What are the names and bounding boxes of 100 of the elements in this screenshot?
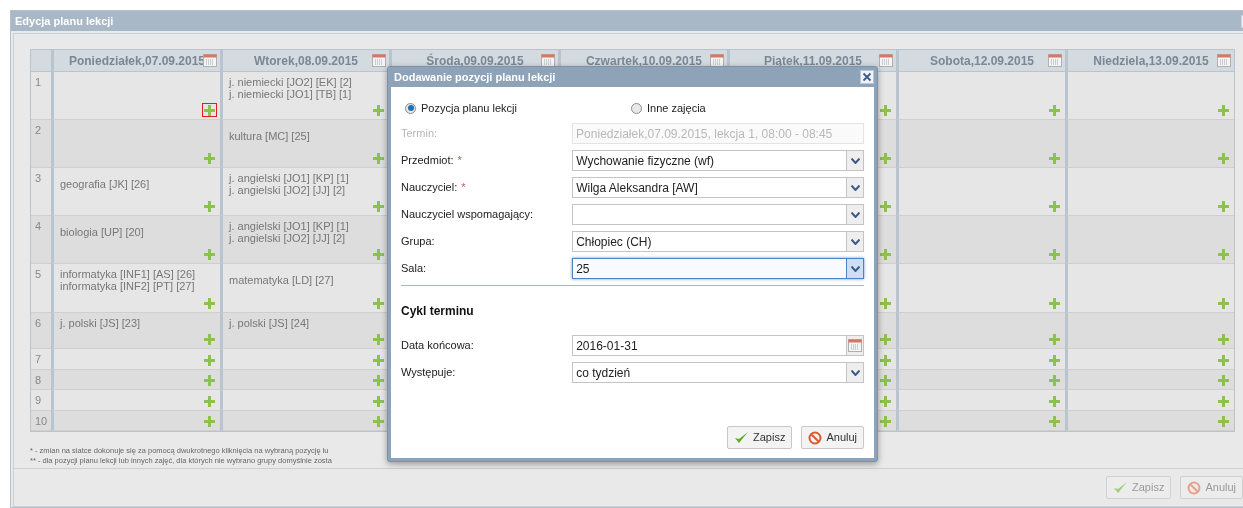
cancel-button[interactable]: Anuluj	[801, 426, 864, 449]
caret-icon	[850, 369, 860, 376]
add-button[interactable]	[878, 373, 893, 387]
select-field[interactable]: Wychowanie fizyczne (wf)	[572, 150, 864, 171]
add-button[interactable]	[202, 394, 217, 408]
add-button[interactable]	[202, 151, 217, 165]
lesson-entry[interactable]: j. polski [JS] [24]	[229, 316, 386, 329]
add-button[interactable]	[1047, 103, 1062, 117]
select-field[interactable]: Wilga Aleksandra [AW]	[572, 177, 864, 198]
lesson-entry[interactable]: informatyka [INF1] [AS] [26]	[60, 268, 217, 280]
calendar-icon[interactable]	[848, 339, 862, 352]
add-button[interactable]	[202, 353, 217, 367]
add-button[interactable]	[1047, 414, 1062, 428]
calendar-icon[interactable]	[1217, 54, 1231, 67]
add-button[interactable]	[1047, 394, 1062, 408]
add-button[interactable]	[371, 414, 386, 428]
lesson-entry[interactable]: j. niemiecki [JO1] [TB] [1]	[229, 87, 386, 100]
select-field[interactable]: 25	[572, 258, 864, 279]
add-button[interactable]	[1047, 353, 1062, 367]
add-button[interactable]	[1216, 296, 1231, 310]
add-button[interactable]	[1047, 151, 1062, 165]
plus-icon	[204, 354, 215, 366]
add-button[interactable]	[878, 151, 893, 165]
add-button[interactable]	[202, 103, 217, 117]
add-button[interactable]	[878, 199, 893, 213]
add-button[interactable]	[371, 199, 386, 213]
lesson-entry[interactable]: biologia [UP] [20]	[60, 225, 217, 238]
add-button[interactable]	[878, 296, 893, 310]
add-button[interactable]	[1216, 353, 1231, 367]
add-button[interactable]	[371, 247, 386, 261]
save-button[interactable]: Zapisz	[1106, 476, 1172, 499]
add-button[interactable]	[1216, 103, 1231, 117]
add-button[interactable]	[1216, 151, 1231, 165]
lesson-entry[interactable]: j. angielski [JO1] [KP] [1]	[229, 171, 386, 184]
lesson-entry[interactable]: j. niemiecki [JO2] [EK] [2]	[229, 75, 386, 88]
radio-button[interactable]	[631, 102, 642, 114]
plus-icon	[880, 395, 891, 407]
add-button[interactable]	[878, 332, 893, 346]
lesson-entry[interactable]: matematyka [LD] [27]	[229, 274, 386, 286]
add-button[interactable]	[202, 332, 217, 346]
select-field[interactable]	[572, 204, 864, 225]
add-button[interactable]	[371, 373, 386, 387]
add-button[interactable]	[202, 414, 217, 428]
add-button[interactable]	[1216, 394, 1231, 408]
lesson-number: 6	[31, 313, 51, 349]
add-button[interactable]	[878, 414, 893, 428]
add-button[interactable]	[878, 103, 893, 117]
plus-icon	[373, 333, 384, 345]
add-button[interactable]	[1216, 199, 1231, 213]
calendar-icon[interactable]	[372, 54, 386, 67]
add-button[interactable]	[1047, 296, 1062, 310]
calendar-icon[interactable]	[879, 54, 893, 67]
add-button[interactable]	[1047, 247, 1062, 261]
add-button[interactable]	[371, 151, 386, 165]
calendar-icon[interactable]	[203, 54, 217, 67]
plus-icon	[1049, 333, 1060, 345]
select-field[interactable]: co tydzień	[572, 362, 864, 383]
add-button[interactable]	[371, 103, 386, 117]
add-button[interactable]	[202, 199, 217, 213]
date-field[interactable]: 2016-01-31	[572, 335, 864, 356]
add-button[interactable]	[202, 247, 217, 261]
add-button[interactable]	[1216, 414, 1231, 428]
cancel-button[interactable]: Anuluj	[1180, 476, 1243, 499]
lesson-entry[interactable]: j. angielski [JO2] [JJ] [2]	[229, 231, 386, 244]
lesson-entry[interactable]: j. polski [JS] [23]	[60, 316, 217, 329]
add-button[interactable]	[1216, 332, 1231, 346]
lesson-entry[interactable]: informatyka [INF2] [PT] [27]	[60, 280, 217, 292]
add-button[interactable]	[1047, 332, 1062, 346]
plus-icon	[1049, 354, 1060, 366]
plus-icon	[373, 152, 384, 164]
plus-icon	[373, 354, 384, 366]
lesson-entry[interactable]: j. angielski [JO2] [JJ] [2]	[229, 183, 386, 196]
add-button[interactable]	[202, 373, 217, 387]
radio-button[interactable]	[405, 102, 416, 114]
plus-icon	[373, 248, 384, 260]
add-button[interactable]	[1047, 199, 1062, 213]
add-button[interactable]	[1047, 373, 1062, 387]
select-field[interactable]: Chłopiec (CH)	[572, 231, 864, 252]
calendar-icon[interactable]	[710, 54, 724, 67]
add-button[interactable]	[878, 247, 893, 261]
add-button[interactable]	[371, 332, 386, 346]
plus-icon	[880, 200, 891, 212]
field-label: Data końcowa:	[401, 338, 474, 354]
caret-icon	[850, 157, 860, 164]
lesson-entry[interactable]: kultura [MC] [25]	[229, 129, 386, 142]
add-button[interactable]	[202, 296, 217, 310]
calendar-icon[interactable]	[1048, 54, 1062, 67]
close-icon[interactable]	[860, 70, 874, 84]
add-button[interactable]	[371, 296, 386, 310]
add-button[interactable]	[878, 394, 893, 408]
add-button[interactable]	[1216, 373, 1231, 387]
add-button[interactable]	[878, 353, 893, 367]
add-button[interactable]	[371, 353, 386, 367]
add-button[interactable]	[1216, 247, 1231, 261]
lesson-entry[interactable]: j. angielski [JO1] [KP] [1]	[229, 219, 386, 232]
plus-icon	[1049, 395, 1060, 407]
add-button[interactable]	[371, 394, 386, 408]
calendar-icon[interactable]	[541, 54, 555, 67]
save-button[interactable]: Zapisz	[727, 426, 793, 449]
lesson-entry[interactable]: geografia [JK] [26]	[60, 177, 217, 190]
